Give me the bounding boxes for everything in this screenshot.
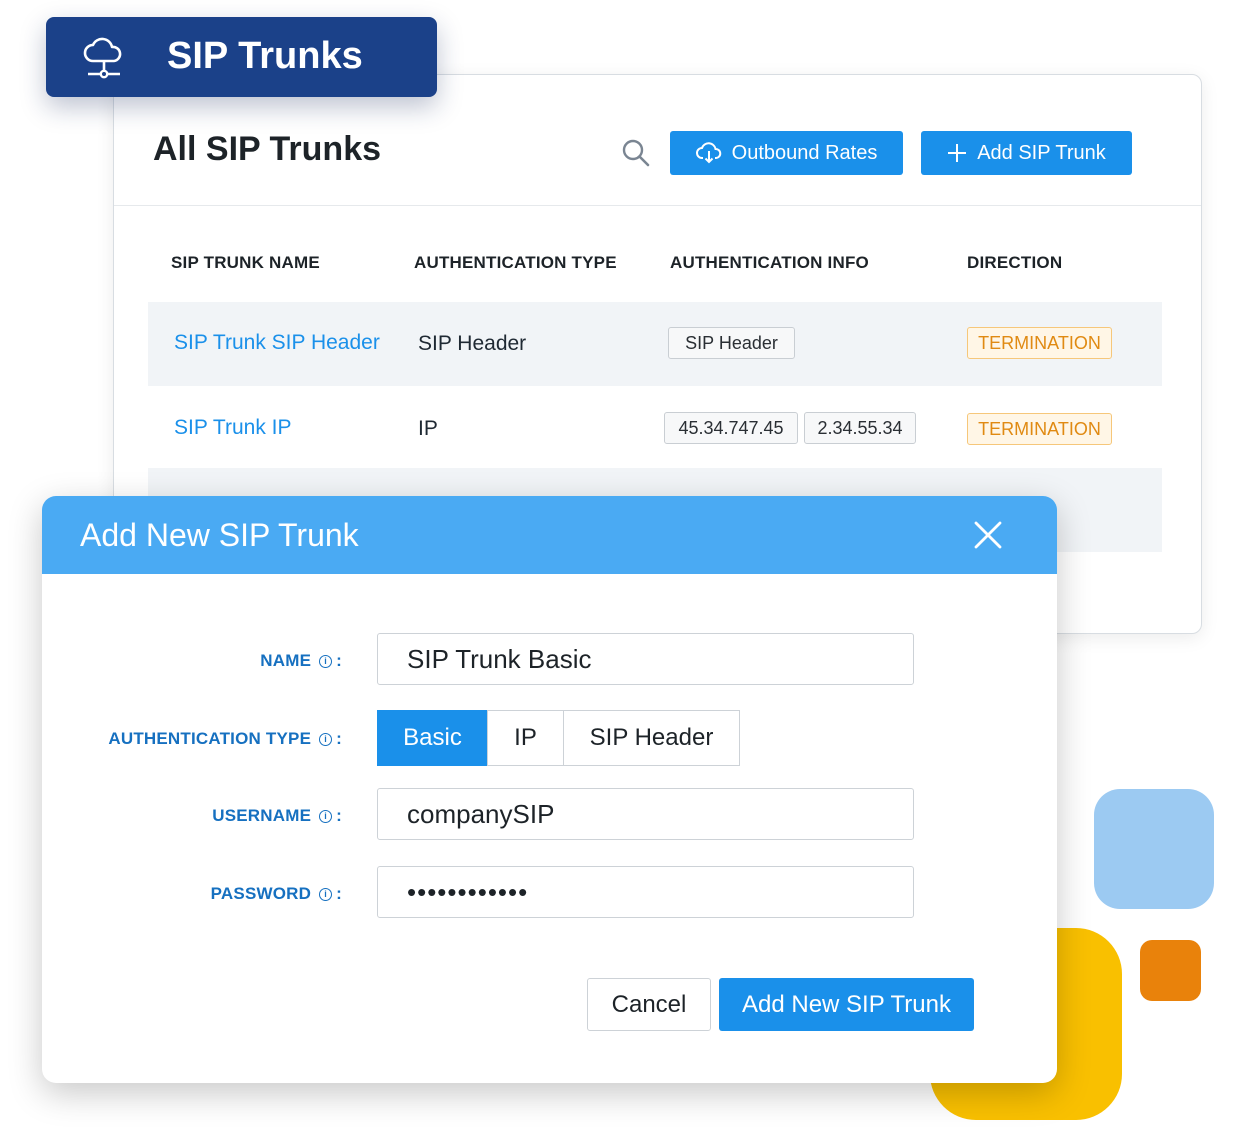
auth-info-chip: SIP Header: [668, 327, 795, 359]
info-icon: i: [319, 887, 333, 901]
modal-header: Add New SIP Trunk: [42, 496, 1057, 574]
info-icon: i: [319, 809, 333, 823]
column-header-name: SIP TRUNK NAME: [171, 253, 320, 272]
username-field[interactable]: companySIP: [377, 788, 914, 840]
sip-trunks-badge: SIP Trunks: [46, 17, 437, 97]
auth-info-chip: 45.34.747.45: [664, 412, 798, 444]
info-icon: i: [319, 732, 333, 746]
column-header-direction: DIRECTION: [967, 253, 1063, 272]
name-label: NAME i:: [260, 651, 342, 670]
decor-orange-square: [1140, 940, 1201, 1001]
cloud-network-icon: [82, 35, 126, 84]
trunk-name-link[interactable]: SIP Trunk IP: [174, 416, 292, 440]
column-header-auth-type: AUTHENTICATION TYPE: [414, 253, 617, 272]
auth-type-option-basic[interactable]: Basic: [377, 710, 488, 766]
outbound-rates-button[interactable]: Outbound Rates: [670, 131, 903, 175]
search-icon[interactable]: [620, 137, 652, 169]
auth-type-value: SIP Header: [418, 332, 527, 355]
modal-title: Add New SIP Trunk: [80, 517, 359, 553]
username-label-text: USERNAME: [212, 806, 312, 825]
cloud-download-icon: [695, 142, 722, 164]
add-new-sip-trunk-button[interactable]: Add New SIP Trunk: [719, 978, 974, 1031]
name-field[interactable]: SIP Trunk Basic: [377, 633, 914, 685]
auth-type-label-text: AUTHENTICATION TYPE: [108, 729, 312, 748]
trunk-name-link[interactable]: SIP Trunk SIP Header: [174, 331, 380, 355]
page-title: All SIP Trunks: [153, 130, 382, 168]
direction-badge: TERMINATION: [967, 413, 1112, 445]
password-value: ••••••••••••: [407, 876, 529, 907]
auth-type-segmented-control: Basic IP SIP Header: [377, 710, 740, 766]
add-sip-trunk-button[interactable]: Add SIP Trunk: [921, 131, 1132, 175]
username-label: USERNAME i:: [212, 806, 342, 825]
add-sip-trunk-label: Add SIP Trunk: [977, 141, 1106, 164]
auth-type-option-sip-header[interactable]: SIP Header: [563, 710, 740, 766]
auth-info-chip: 2.34.55.34: [804, 412, 916, 444]
password-label: PASSWORD i:: [210, 884, 342, 903]
cancel-button[interactable]: Cancel: [587, 978, 711, 1031]
auth-type-value: IP: [418, 417, 438, 440]
name-label-text: NAME: [260, 651, 312, 670]
decor-blue-square: [1094, 789, 1214, 909]
info-icon: i: [319, 654, 333, 668]
direction-badge: TERMINATION: [967, 327, 1112, 359]
close-icon[interactable]: [973, 520, 1003, 550]
auth-type-label: AUTHENTICATION TYPE i:: [108, 729, 342, 748]
column-header-auth-info: AUTHENTICATION INFO: [670, 253, 869, 272]
badge-title: SIP Trunks: [167, 35, 363, 77]
add-sip-trunk-modal: Add New SIP Trunk NAME i: SIP Trunk Basi…: [42, 496, 1057, 1083]
plus-icon: [947, 143, 967, 163]
outbound-rates-label: Outbound Rates: [731, 141, 878, 164]
auth-type-option-ip[interactable]: IP: [486, 710, 565, 766]
password-label-text: PASSWORD: [210, 884, 312, 903]
password-field[interactable]: ••••••••••••: [377, 866, 914, 918]
